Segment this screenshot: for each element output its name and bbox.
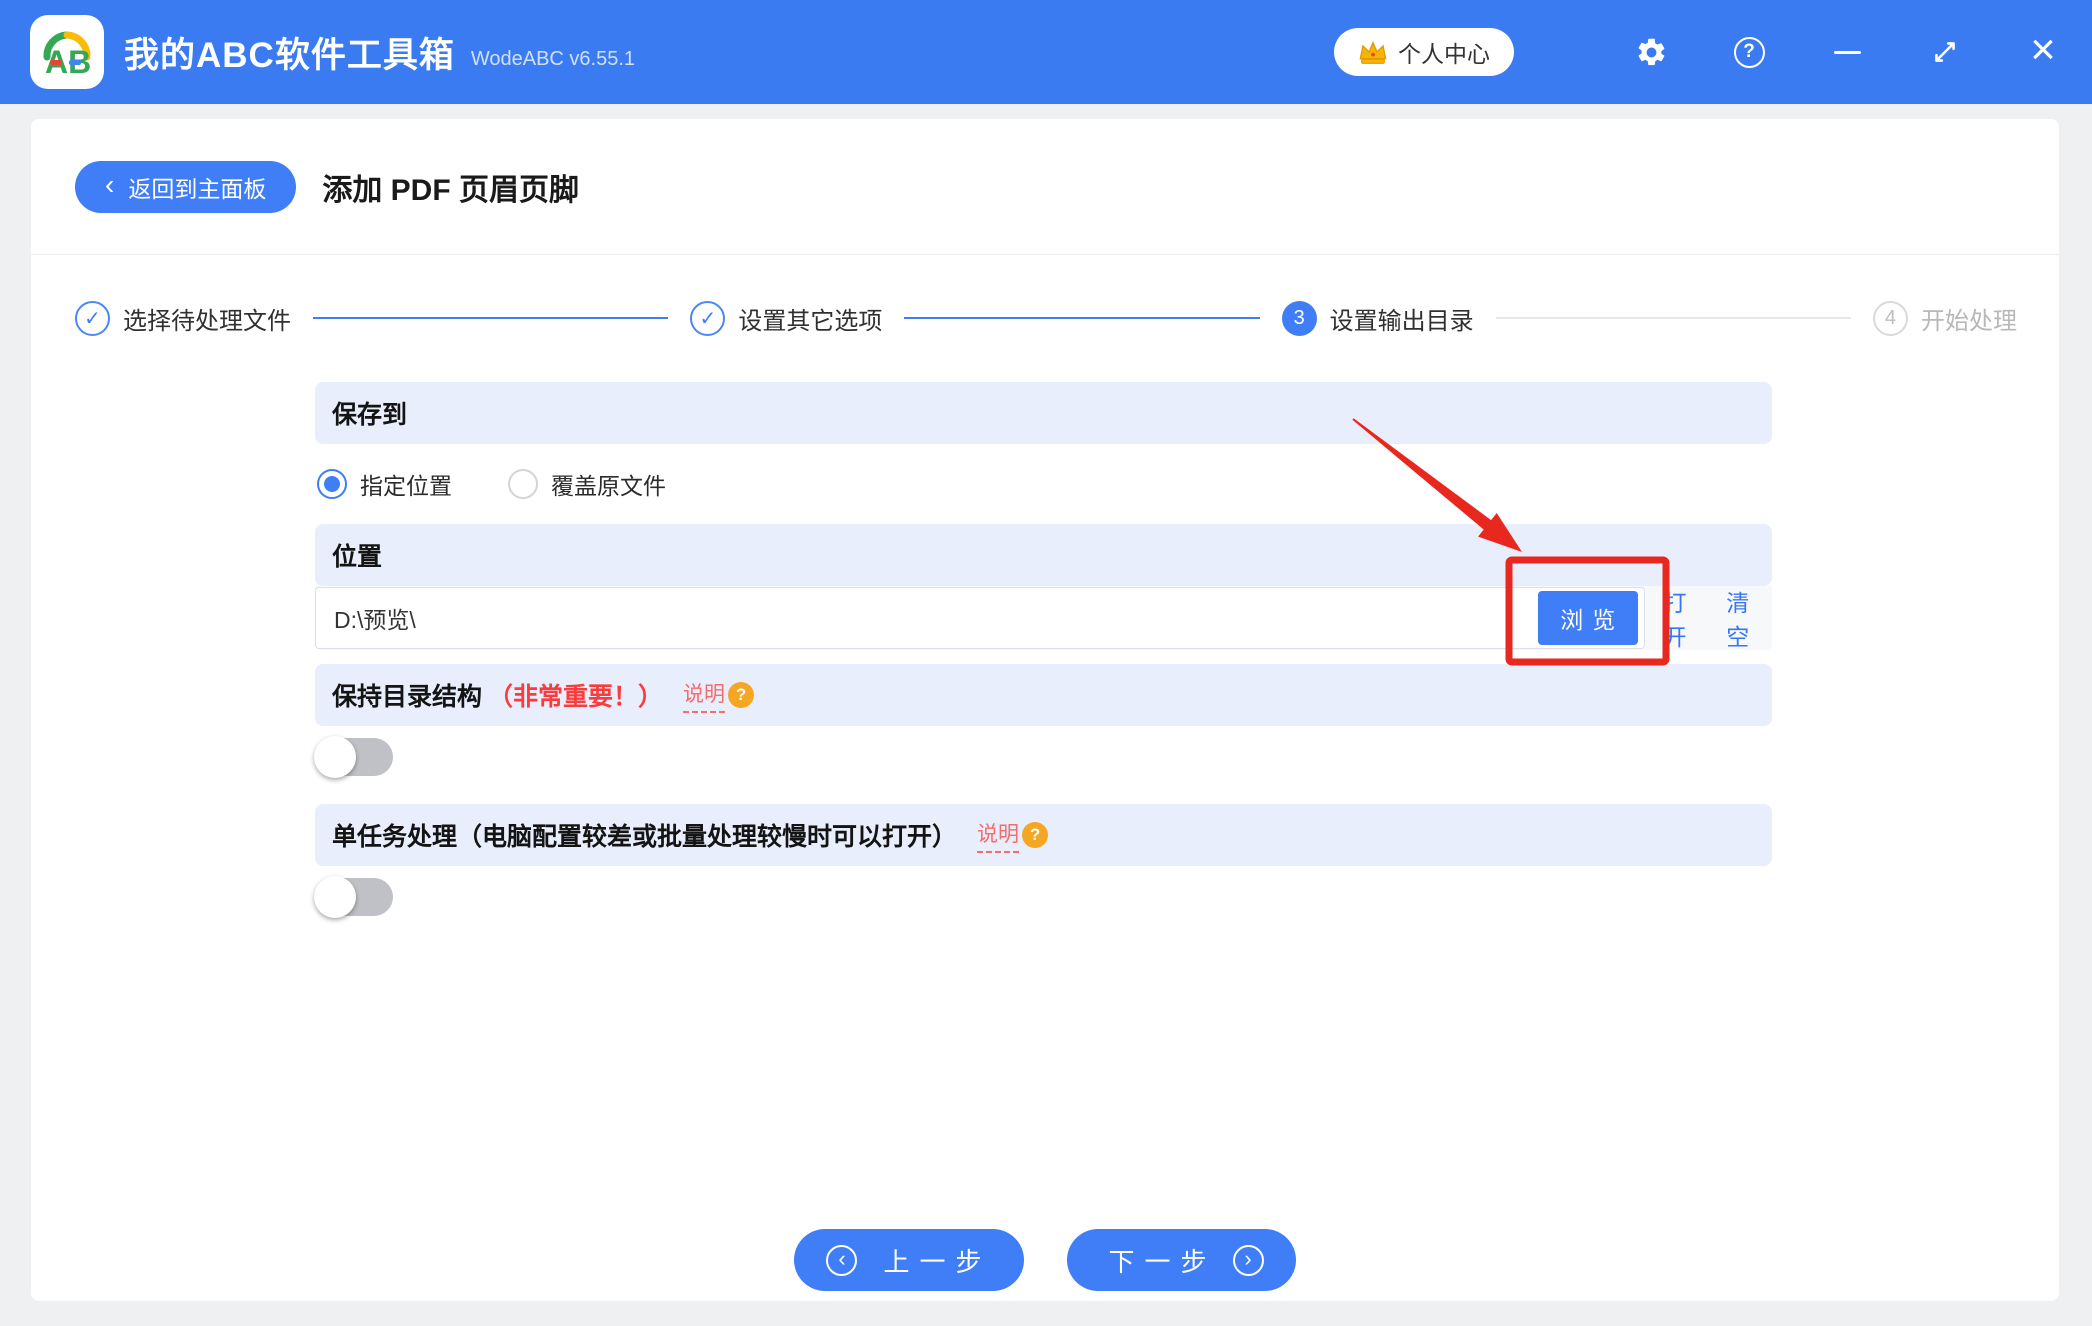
step-3-label: 设置输出目录 — [1329, 307, 1474, 335]
back-button-label: 返回到主面板 — [128, 175, 267, 202]
radio-specified-location[interactable] — [317, 469, 347, 499]
step-4: 4 开始处理 — [1872, 300, 2017, 336]
help-icon[interactable]: ? — [1726, 29, 1772, 75]
important-note: （非常重要！） — [488, 683, 664, 711]
radio-overwrite-original[interactable] — [508, 469, 538, 499]
step-1-label: 选择待处理文件 — [123, 307, 291, 335]
step-1: ✓ 选择待处理文件 — [75, 300, 291, 336]
browse-button[interactable]: 浏览 — [1537, 591, 1638, 645]
step-indicator: ✓ 选择待处理文件 ✓ 设置其它选项 3 设置输出目录 4 开始处理 — [75, 285, 2017, 351]
step-4-number: 4 — [1872, 300, 1908, 336]
user-center-button[interactable]: 个人中心 — [1334, 28, 1514, 76]
titlebar-right: 个人中心 ? × — [1334, 28, 2066, 76]
toggle-knob — [314, 876, 356, 918]
main-card: ‹ 返回到主面板 添加 PDF 页眉页脚 ✓ 选择待处理文件 ✓ 设置其它选项 … — [31, 119, 2059, 1301]
close-button[interactable]: × — [2020, 25, 2066, 75]
settings-gear-icon[interactable] — [1628, 29, 1674, 75]
clear-path-link[interactable]: 清空 — [1726, 584, 1772, 652]
user-center-label: 个人中心 — [1398, 41, 1490, 67]
single-task-section-header: 单任务处理（电脑配置较差或批量处理较慢时可以打开） 说明 ? — [315, 804, 1772, 866]
single-task-toggle[interactable] — [314, 876, 393, 918]
single-task-help-link[interactable]: 说明 — [977, 818, 1020, 853]
step-3-number: 3 — [1281, 300, 1317, 336]
step-connector — [904, 317, 1260, 319]
save-to-options: 指定位置 覆盖原文件 — [315, 444, 1772, 524]
app-title: 我的ABC软件工具箱 — [124, 35, 455, 75]
abc-logo-icon: AB — [43, 31, 91, 80]
radio-overwrite-original-label: 覆盖原文件 — [551, 473, 666, 499]
save-to-title: 保存到 — [332, 401, 408, 429]
next-circle-chevron-icon: › — [1232, 1244, 1264, 1276]
help-glyph: ? — [1743, 41, 1755, 62]
previous-step-button[interactable]: ‹ 上一步 — [794, 1229, 1024, 1291]
radio-specified-location-label: 指定位置 — [360, 473, 452, 499]
crown-icon — [1359, 40, 1387, 64]
location-title: 位置 — [332, 543, 383, 571]
toggle-knob — [314, 736, 356, 778]
step-1-check-icon: ✓ — [75, 300, 110, 336]
settings-form: 保存到 指定位置 覆盖原文件 位置 浏览 打开 清空 保 — [314, 382, 1772, 918]
next-step-label: 下一步 — [1108, 1246, 1217, 1277]
single-task-title: 单任务处理（电脑配置较差或批量处理较慢时可以打开） — [332, 823, 958, 851]
minimize-button[interactable] — [1824, 29, 1870, 75]
step-2-check-icon: ✓ — [690, 300, 726, 336]
page-title: 添加 PDF 页眉页脚 — [322, 173, 579, 207]
step-2: ✓ 设置其它选项 — [690, 300, 883, 336]
prev-circle-chevron-icon: ‹ — [826, 1244, 858, 1276]
card-header: ‹ 返回到主面板 添加 PDF 页眉页脚 — [31, 119, 2059, 255]
output-path-row: 浏览 打开 清空 — [315, 586, 1772, 650]
keep-structure-title: 保持目录结构 — [332, 683, 483, 711]
save-to-section-header: 保存到 — [315, 382, 1772, 444]
keep-structure-section-header: 保持目录结构 （非常重要！） 说明 ? — [315, 664, 1772, 726]
titlebar-icons: ? × — [1576, 25, 2066, 75]
close-glyph: × — [2030, 25, 2056, 74]
step-connector — [313, 317, 669, 319]
location-section-header: 位置 — [315, 524, 1772, 586]
app-logo: AB — [30, 15, 104, 89]
question-badge-icon[interactable]: ? — [1022, 822, 1049, 848]
step-4-label: 开始处理 — [1920, 307, 2017, 335]
step-3: 3 设置输出目录 — [1281, 300, 1474, 336]
question-badge-icon[interactable]: ? — [728, 682, 755, 708]
step-2-label: 设置其它选项 — [738, 307, 883, 335]
resize-arrows-icon — [1935, 42, 1955, 62]
app-version: WodeABC v6.55.1 — [470, 47, 636, 70]
titlebar: AB 我的ABC软件工具箱 WodeABC v6.55.1 个人中心 ? × — [0, 0, 2092, 104]
next-step-button[interactable]: 下一步 › — [1066, 1229, 1296, 1291]
output-path-input[interactable] — [315, 587, 1645, 649]
keep-structure-toggle[interactable] — [314, 736, 393, 778]
step-connector — [1495, 317, 1851, 319]
open-folder-link[interactable]: 打开 — [1664, 584, 1710, 652]
wizard-footer: ‹ 上一步 下一步 › — [31, 1229, 2059, 1291]
previous-step-label: 上一步 — [883, 1246, 992, 1277]
app-window: AB 我的ABC软件工具箱 WodeABC v6.55.1 个人中心 ? × ‹… — [0, 0, 2092, 1326]
back-to-dashboard-button[interactable]: ‹ 返回到主面板 — [75, 160, 297, 213]
keep-structure-help-link[interactable]: 说明 — [683, 678, 726, 713]
resize-button[interactable] — [1922, 29, 1968, 75]
back-chevron-icon: ‹ — [105, 169, 115, 200]
